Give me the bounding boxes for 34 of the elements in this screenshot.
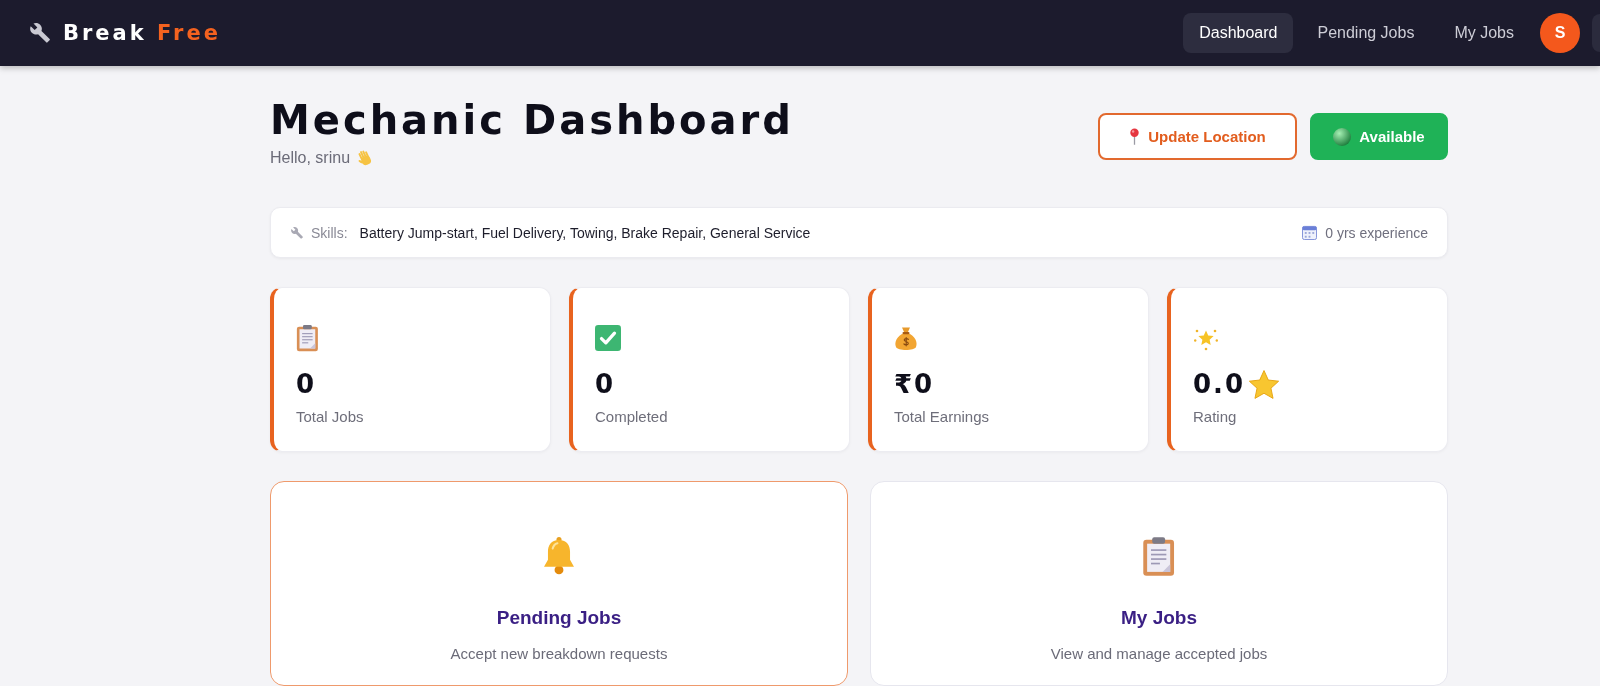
star-icon bbox=[1249, 370, 1280, 399]
nav-tab[interactable]: Pending Jobs bbox=[1301, 13, 1431, 53]
nav-tab[interactable]: Dashboard bbox=[1183, 13, 1294, 53]
card-description: View and manage accepted jobs bbox=[1050, 644, 1268, 664]
update-location-button[interactable]: Update Location bbox=[1098, 113, 1297, 160]
page-title: Mechanic Dashboard bbox=[270, 98, 794, 142]
wrench-icon bbox=[30, 23, 50, 43]
nav-tab[interactable]: My Jobs bbox=[1438, 13, 1530, 53]
greeting-text: Hello, srinu bbox=[270, 148, 351, 168]
card-title: Pending Jobs bbox=[496, 606, 622, 630]
pin-icon bbox=[1129, 128, 1141, 145]
experience-text: 0 yrs experience bbox=[1325, 224, 1428, 241]
stat-value: 0 bbox=[296, 369, 317, 400]
brand-name[interactable]: Break Free bbox=[63, 21, 221, 45]
card-description: Accept new breakdown requests bbox=[450, 644, 668, 664]
calendar-icon bbox=[1302, 225, 1318, 240]
skills-list: Battery Jump-start, Fuel Delivery, Towing, Brake Repair, General Service bbox=[359, 224, 811, 241]
stat-value: 0.0 bbox=[1193, 369, 1246, 400]
clipboard-icon bbox=[296, 324, 319, 352]
stat-label: Rating bbox=[1193, 407, 1238, 427]
action-card[interactable]: Pending Jobs Accept new breakdown requests bbox=[270, 481, 848, 686]
stat-value: ₹0 bbox=[894, 369, 935, 400]
money-bag-icon bbox=[894, 325, 918, 351]
stat-label: Completed bbox=[595, 407, 669, 427]
clipboard-icon bbox=[1142, 536, 1176, 577]
checkbox-icon bbox=[595, 325, 621, 351]
stat-value: 0 bbox=[595, 369, 616, 400]
stat-label: Total Earnings bbox=[894, 407, 991, 427]
action-card[interactable]: My Jobs View and manage accepted jobs bbox=[870, 481, 1448, 686]
card-title: My Jobs bbox=[1121, 606, 1197, 630]
status-dot-icon bbox=[1333, 127, 1352, 146]
wrench-icon bbox=[291, 226, 303, 239]
skills-label: Skills: bbox=[311, 224, 348, 241]
stat-label: Total Jobs bbox=[296, 407, 365, 427]
